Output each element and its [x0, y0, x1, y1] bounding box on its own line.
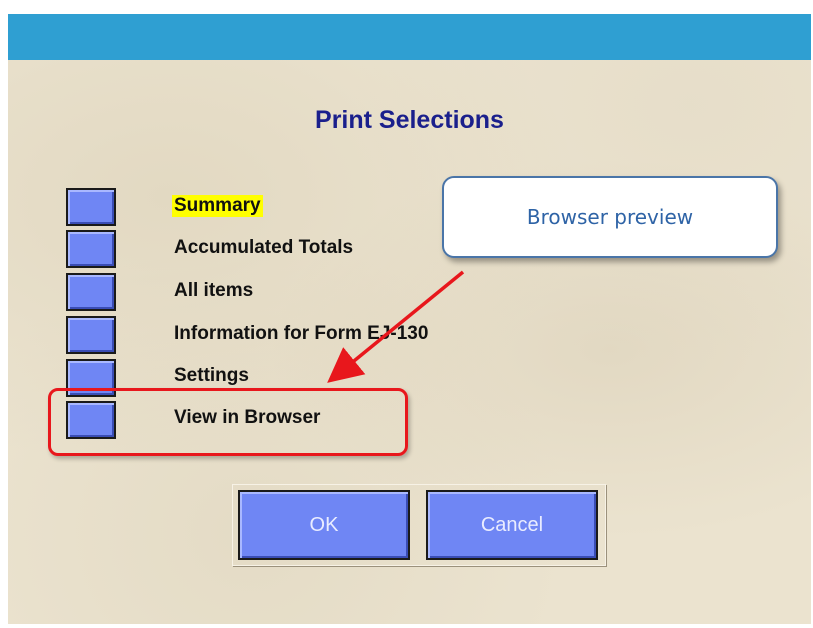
- summary-option-button[interactable]: [66, 188, 116, 226]
- view-in-browser-highlight-box: [48, 388, 408, 456]
- dialog-title: Print Selections: [315, 106, 504, 134]
- all-items-option-button[interactable]: [66, 273, 116, 311]
- accumulated-totals-option-button[interactable]: [66, 230, 116, 268]
- all-items-option-label: All items: [174, 280, 254, 301]
- browser-preview-callout: Browser preview: [442, 176, 778, 258]
- cancel-button[interactable]: Cancel: [426, 490, 598, 560]
- print-selections-dialog: Print Selections Summary Accumulated Tot…: [8, 14, 811, 624]
- form-ej-130-option-label: Information for Form EJ-130: [174, 323, 429, 344]
- settings-option-label: Settings: [174, 365, 249, 386]
- title-bar: [8, 14, 811, 60]
- form-ej-130-option-button[interactable]: [66, 316, 116, 354]
- accumulated-totals-option-label: Accumulated Totals: [174, 237, 354, 258]
- summary-option-label: Summary: [172, 195, 263, 217]
- ok-button[interactable]: OK: [238, 490, 410, 560]
